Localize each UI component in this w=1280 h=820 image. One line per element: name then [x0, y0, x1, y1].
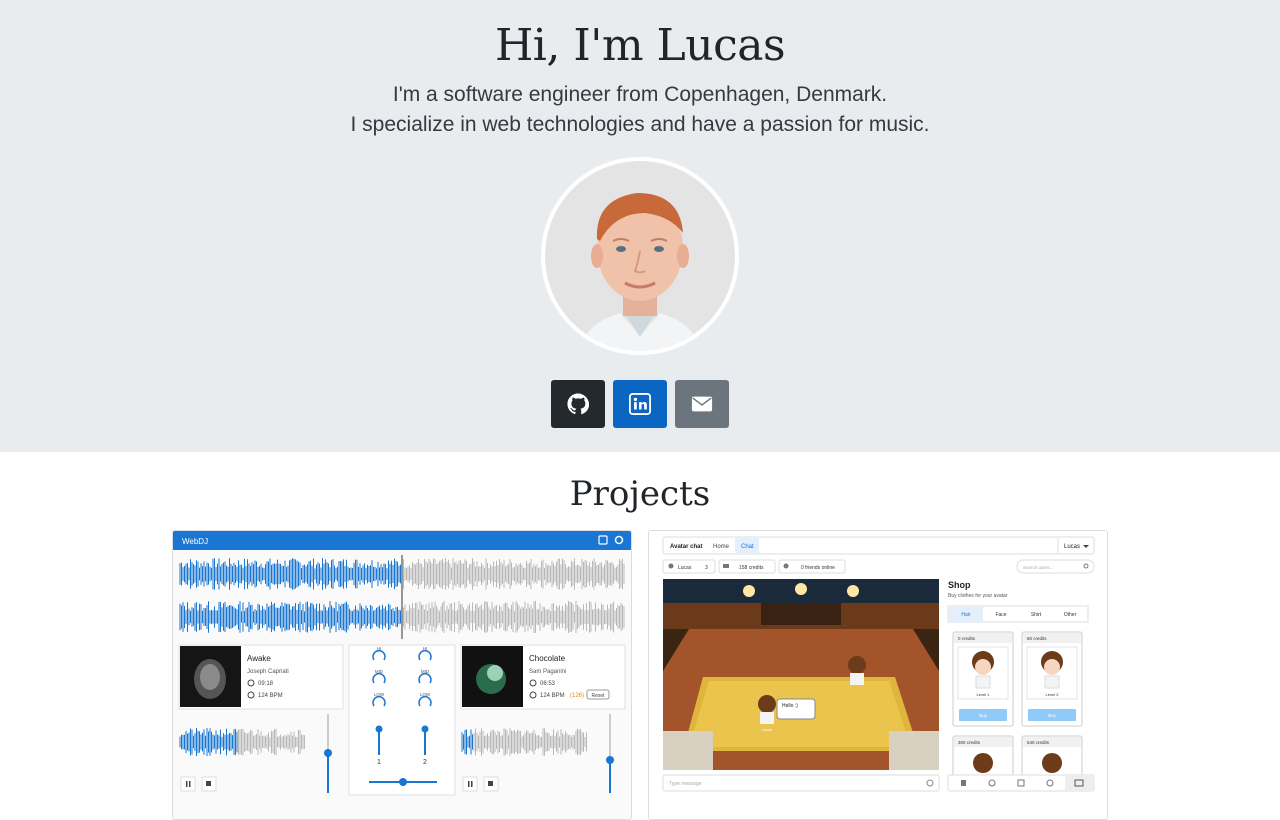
channel-2-label: 2	[423, 759, 427, 766]
channel-2-fader	[421, 725, 429, 733]
chat-nav-user: Lucas	[1064, 544, 1080, 550]
project-card-avatar-chat[interactable]: Avatar chat Home Chat Lucas Lucas 3 158 …	[648, 530, 1108, 820]
credits-icon	[723, 564, 729, 568]
profile-photo	[545, 161, 735, 351]
profile-avatar	[541, 157, 739, 355]
chat-bubble-text: Hello :)	[782, 703, 798, 709]
deck-a-track: Awake	[247, 654, 271, 663]
linkedin-icon	[629, 393, 651, 415]
stat-level: 3	[705, 565, 708, 571]
crossfader	[399, 778, 407, 786]
deck-a-pause-button[interactable]	[180, 776, 196, 792]
deck-b-reset-label: Reset	[591, 693, 605, 699]
social-links	[551, 380, 729, 428]
hero-subtitle-line2: I specialize in web technologies and hav…	[350, 113, 930, 136]
shop-buy-label: Buy	[1048, 713, 1057, 718]
shop-title: Shop	[948, 580, 971, 590]
chat-message-input[interactable]	[662, 774, 940, 792]
stat-credits: 158 credits	[739, 565, 764, 571]
project-card-webdj[interactable]: WebDJ Awake Joseph Capriati 09:18 124 BP…	[172, 530, 632, 820]
github-icon	[567, 393, 589, 415]
deck-b-duration: 06:53	[540, 681, 556, 687]
avatar-chat-screenshot: Avatar chat Home Chat Lucas Lucas 3 158 …	[649, 531, 1107, 819]
chat-message-placeholder: Type message	[669, 781, 702, 787]
shop-item-price: 300 credits	[958, 740, 981, 745]
inventory-icon[interactable]	[961, 780, 966, 786]
shop-subtitle: Buy clothes for your avatar	[948, 593, 1008, 599]
shop-item-price: 60 credits	[1027, 636, 1047, 641]
chat-brand: Avatar chat	[670, 544, 702, 550]
chat-speech-bubble	[776, 698, 816, 720]
projects-title: Projects	[569, 474, 711, 514]
shop-item-price: 0 credits	[958, 636, 976, 641]
stat-user: Lucas	[678, 565, 692, 571]
linkedin-button[interactable]	[613, 380, 667, 428]
hero-section: Hi, I'm Lucas I'm a software engineer fr…	[0, 0, 1280, 452]
user-search-placeholder: Search users...	[1023, 565, 1053, 570]
channel-1-fader	[375, 725, 383, 733]
deck-a-duration: 09:18	[258, 681, 274, 687]
chat-nav-home: Home	[713, 544, 730, 550]
webdj-screenshot: WebDJ Awake Joseph Capriati 09:18 124 BP…	[173, 531, 631, 819]
shop-item-name: Level 1	[977, 692, 991, 697]
webdj-app-title: WebDJ	[182, 537, 208, 546]
email-button[interactable]	[675, 380, 729, 428]
github-button[interactable]	[551, 380, 605, 428]
deck-a-bpm: 124 BPM	[258, 693, 283, 699]
deck-b-track: Chocolate	[529, 654, 566, 663]
npc-name: Lucas	[762, 727, 773, 732]
shop-item-name: Level 2	[1046, 692, 1060, 697]
shop-tab-hair[interactable]: Hair	[961, 612, 971, 618]
channel-1-label: 1	[377, 759, 381, 766]
shop-tab-other[interactable]: Other	[1064, 612, 1077, 618]
friends-icon	[783, 563, 789, 569]
chat-nav-chat: Chat	[741, 544, 754, 550]
shop-tab-face[interactable]: Face	[995, 612, 1006, 618]
deck-b-pause-button[interactable]	[462, 776, 478, 792]
deck-b-volume-fader	[606, 756, 614, 764]
shop-tab-shirt[interactable]: Shirt	[1031, 612, 1042, 618]
deck-b-pitch: (126)	[570, 693, 584, 699]
hero-subtitle-line1: I'm a software engineer from Copenhagen,…	[392, 83, 888, 106]
shop-item-price: 540 credits	[1027, 740, 1050, 745]
deck-b-artist: Sam Paganini	[529, 669, 566, 675]
deck-a-volume-fader	[324, 749, 332, 757]
shop-buy-label: Buy	[979, 713, 988, 718]
envelope-icon	[691, 396, 713, 412]
user-icon	[668, 563, 674, 569]
deck-b-bpm: 124 BPM	[540, 693, 565, 699]
stat-friends: 0 friends online	[801, 565, 835, 571]
hero-title: Hi, I'm Lucas	[494, 20, 786, 71]
deck-a-artist: Joseph Capriati	[247, 669, 289, 675]
